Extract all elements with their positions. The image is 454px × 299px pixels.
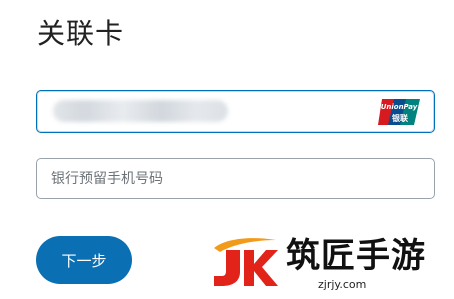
phone-input[interactable] [37, 159, 434, 198]
watermark: 筑匠手游 zjrjy.com [200, 230, 450, 296]
page-title: 关联卡 [37, 17, 125, 50]
card-number-field[interactable]: UnionPay 银联 [36, 90, 435, 133]
next-button[interactable]: 下一步 [36, 236, 132, 284]
watermark-url: zjrjy.com [318, 278, 367, 291]
watermark-name: 筑匠手游 [286, 236, 426, 276]
phone-field[interactable] [36, 158, 435, 199]
masked-card-number [53, 100, 228, 122]
unionpay-logo-text: UnionPay [381, 103, 418, 111]
jk-logo-icon [214, 238, 278, 286]
unionpay-logo-icon: UnionPay 银联 [378, 99, 420, 125]
unionpay-logo-cn-text: 银联 [391, 113, 408, 123]
